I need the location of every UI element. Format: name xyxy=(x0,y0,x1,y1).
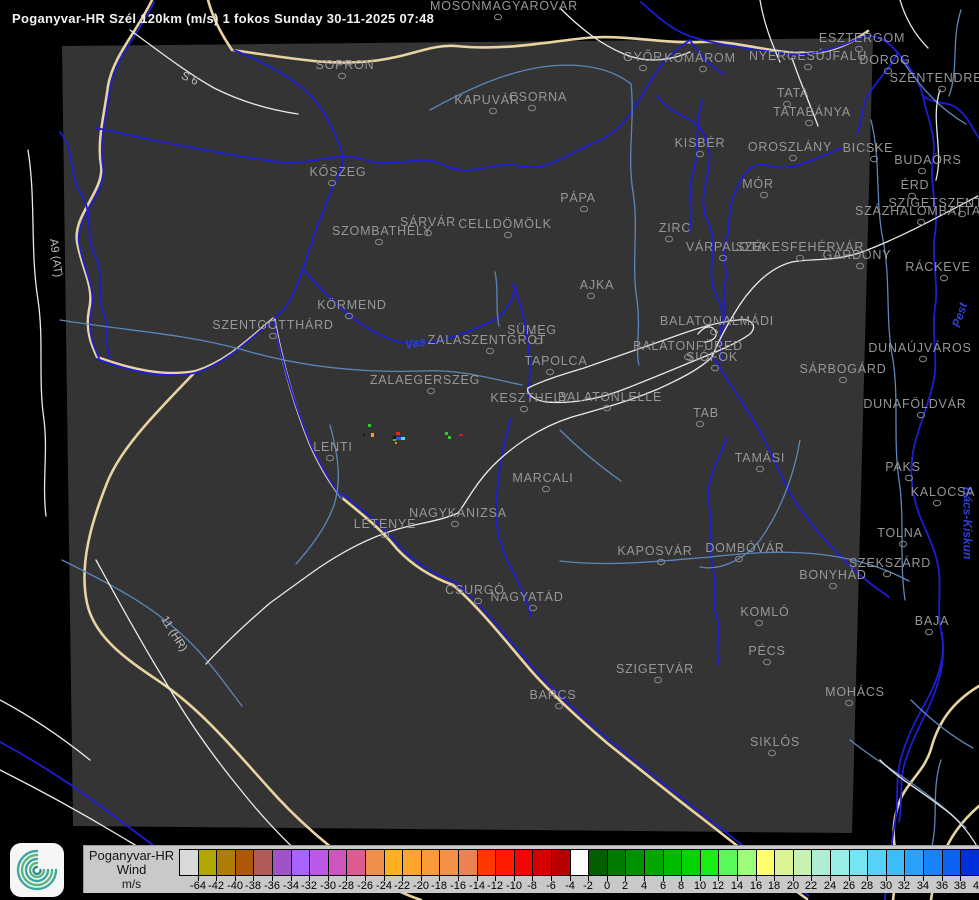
rivers-blue-path xyxy=(899,632,943,822)
scale-swatch xyxy=(532,849,552,876)
scale-swatch xyxy=(291,849,310,876)
scale-swatch xyxy=(756,849,775,876)
streams-steel-path xyxy=(902,60,966,124)
radar-echo xyxy=(396,437,401,440)
scale-swatch xyxy=(309,849,329,876)
settlement-marker xyxy=(920,356,927,362)
settlement-marker xyxy=(939,86,946,92)
settlement-marker xyxy=(926,629,933,635)
scale-swatch xyxy=(272,849,292,876)
settlement-marker xyxy=(900,541,907,547)
settlement-marker xyxy=(934,500,941,506)
settlement-marker xyxy=(918,219,925,225)
app-logo xyxy=(10,843,64,897)
scale-swatch xyxy=(198,849,217,876)
streams-steel-path xyxy=(949,10,961,96)
scale-swatch xyxy=(328,849,347,876)
radar-echo xyxy=(396,432,400,435)
scale-swatch xyxy=(942,849,961,876)
radar-echo xyxy=(401,437,405,440)
legend-parameter: Wind xyxy=(84,863,179,877)
scale-swatch xyxy=(421,849,440,876)
scale-swatch xyxy=(830,849,850,876)
scale-swatch xyxy=(402,849,422,876)
scale-swatch xyxy=(663,849,682,876)
scale-swatch xyxy=(253,849,273,876)
radar-map-canvas xyxy=(0,0,979,900)
scale-swatch xyxy=(681,849,701,876)
radar-echo xyxy=(371,433,374,437)
scale-swatch xyxy=(700,849,719,876)
scale-swatch xyxy=(588,849,608,876)
scale-swatch xyxy=(551,849,571,876)
settlement-marker xyxy=(909,193,916,199)
legend-text: Poganyvar-HR Wind m/s xyxy=(84,849,179,891)
radar-echo xyxy=(393,439,396,441)
radar-echo xyxy=(363,434,365,436)
scale-swatch xyxy=(737,849,757,876)
scale-swatch xyxy=(867,849,887,876)
legend-bar: Poganyvar-HR Wind m/s -64-42-40-38-36-34… xyxy=(0,840,979,900)
settlement-marker xyxy=(884,571,891,577)
scale-swatch xyxy=(774,849,794,876)
scale-swatch xyxy=(458,849,478,876)
radar-echo xyxy=(445,432,448,435)
radar-map-viewport: Poganyvar-HR Szél 120km (m/s) 1 fokos Su… xyxy=(0,0,979,900)
scale-swatch xyxy=(886,849,905,876)
scale-swatch xyxy=(179,849,199,876)
roads-white-path xyxy=(900,0,928,48)
scale-swatch xyxy=(718,849,738,876)
scale-swatch xyxy=(216,849,236,876)
scale-swatch xyxy=(384,849,403,876)
scale-swatch xyxy=(811,849,831,876)
scale-swatch xyxy=(644,849,664,876)
scale-swatch xyxy=(625,849,645,876)
settlement-marker xyxy=(959,211,966,217)
streams-steel-path xyxy=(871,120,905,600)
radar-echo xyxy=(393,436,396,439)
scale-swatch xyxy=(235,849,254,876)
settlement-marker xyxy=(941,275,948,281)
legend-product-name: Poganyvar-HR xyxy=(84,849,179,863)
map-title: Poganyvar-HR Szél 120km (m/s) 1 fokos Su… xyxy=(12,11,434,26)
scale-swatch xyxy=(514,849,533,876)
scale-swatch xyxy=(849,849,868,876)
spiral-logo-icon xyxy=(10,843,64,897)
settlement-marker xyxy=(919,168,926,174)
scale-swatch xyxy=(793,849,812,876)
scale-swatch xyxy=(439,849,459,876)
scale-swatch xyxy=(923,849,943,876)
scale-swatch xyxy=(495,849,515,876)
scale-swatch xyxy=(607,849,626,876)
scale-swatch xyxy=(904,849,924,876)
radar-echo xyxy=(395,442,397,444)
radar-echo xyxy=(368,424,371,427)
color-scale: -64-42-40-38-36-34-32-30-28-26-24-22-20-… xyxy=(179,846,979,894)
legend-panel: Poganyvar-HR Wind m/s -64-42-40-38-36-34… xyxy=(83,845,979,893)
scale-swatch xyxy=(365,849,385,876)
scale-swatch xyxy=(346,849,366,876)
radar-coverage-area xyxy=(62,38,873,833)
scale-swatch xyxy=(477,849,496,876)
settlement-marker xyxy=(495,14,502,20)
scale-swatch xyxy=(960,849,979,876)
legend-unit: m/s xyxy=(84,877,179,891)
radar-echo xyxy=(448,436,451,439)
radar-echo xyxy=(459,434,463,436)
roads-white-path xyxy=(28,150,46,516)
scale-swatch xyxy=(570,849,589,876)
